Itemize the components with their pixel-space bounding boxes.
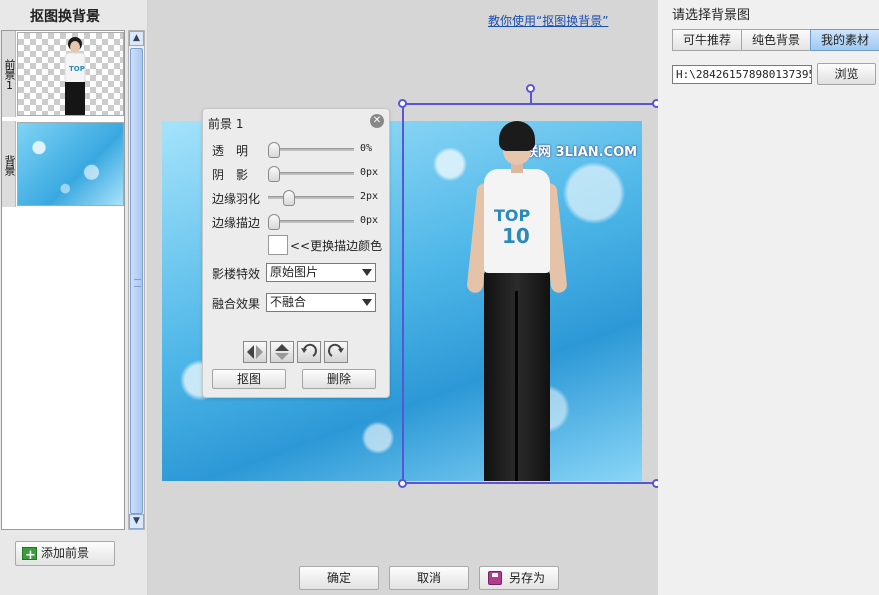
add-foreground-label: 添加前景 [41, 546, 90, 560]
stroke-label: 边缘描边 [212, 216, 261, 230]
shadow-row: 阴 影 0px [212, 164, 387, 182]
delete-button[interactable]: 删除 [302, 369, 376, 389]
grip-icon [134, 279, 141, 287]
save-icon [488, 571, 502, 585]
opacity-value: 0% [360, 143, 373, 154]
stroke-slider[interactable] [268, 214, 354, 230]
flip-horizontal-icon [247, 345, 263, 359]
background-layer-item[interactable]: 背景 [2, 121, 124, 207]
cancel-button[interactable]: 取消 [389, 566, 469, 590]
shadow-label: 阴 影 [212, 168, 249, 182]
stroke-color-row: <<更换描边颜色 [212, 235, 387, 255]
flip-vertical-icon [275, 344, 289, 360]
panel-title: 抠图换背景 [30, 9, 100, 25]
opacity-label: 透 明 [212, 144, 249, 158]
svg-text:10: 10 [502, 224, 530, 248]
tab-solid-color[interactable]: 纯色背景 [741, 29, 811, 51]
background-layer-tab[interactable]: 背景 [2, 121, 16, 207]
foreground-thumbnail[interactable]: TOP [17, 32, 124, 116]
hair [499, 121, 535, 151]
feather-value: 2px [360, 191, 379, 202]
rotate-right-button[interactable] [324, 341, 348, 363]
opacity-slider-knob[interactable] [268, 142, 280, 158]
rotate-right-icon [328, 343, 344, 357]
blend-select-value: 不融合 [270, 295, 307, 309]
browse-button[interactable]: 浏览 [817, 63, 876, 85]
tab-my-materials[interactable]: 我的素材 [810, 29, 879, 51]
save-as-button[interactable]: 另存为 [479, 566, 559, 590]
right-panel: 请选择背景图 可牛推荐 纯色背景 我的素材 H:\284261578980137… [658, 0, 879, 595]
background-thumbnail[interactable] [17, 122, 124, 206]
resize-handle-bottom-left[interactable] [398, 479, 407, 488]
scroll-down-icon[interactable]: ▼ [129, 514, 144, 529]
flip-horizontal-button[interactable] [243, 341, 267, 363]
svg-text:TOP: TOP [69, 65, 85, 73]
effect-label: 影楼特效 [212, 267, 261, 281]
save-as-label: 另存为 [508, 571, 545, 585]
background-tabs: 可牛推荐 纯色背景 我的素材 [672, 29, 879, 51]
foreground-person[interactable]: TOP 10 [462, 121, 572, 481]
feather-row: 边缘羽化 2px [212, 188, 387, 206]
foreground-layer-tab[interactable]: 前景1 [2, 31, 16, 117]
foreground-layer-item[interactable]: 前景1 TOP [2, 31, 124, 117]
effect-select[interactable]: 原始图片 [266, 263, 376, 282]
file-path-input[interactable]: H:\2842615789801373955. [672, 65, 812, 84]
work-area: 教你使用“抠图换背景” 三联网 3LIAN.COM TOP 10 前景 1 ✕ [148, 0, 658, 595]
background-select-title: 请选择背景图 [672, 8, 751, 23]
feather-slider[interactable] [268, 190, 354, 206]
layer-thumbnail-list: 前景1 TOP 背景 [1, 30, 125, 530]
cutout-button[interactable]: 抠图 [212, 369, 286, 389]
stroke-slider-knob[interactable] [268, 214, 280, 230]
effect-row: 影楼特效 原始图片 [212, 263, 387, 282]
blend-label: 融合效果 [212, 297, 261, 311]
shadow-slider[interactable] [268, 166, 354, 182]
left-panel: 抠图换背景 前景1 TOP 背景 ▲ ▼ 添加前景 [0, 0, 148, 595]
dropdown-arrow-icon [362, 269, 372, 276]
shirt-logo: TOP 10 [494, 206, 531, 248]
help-link[interactable]: 教你使用“抠图换背景” [488, 12, 608, 29]
rotate-handle[interactable] [526, 84, 535, 93]
opacity-row: 透 明 0% [212, 140, 387, 158]
feather-slider-knob[interactable] [282, 190, 295, 206]
resize-handle-top-left[interactable] [398, 99, 407, 108]
tab-recommended[interactable]: 可牛推荐 [672, 29, 742, 51]
svg-text:TOP: TOP [494, 206, 531, 225]
ok-button[interactable]: 确定 [299, 566, 379, 590]
layer-list-scrollbar[interactable]: ▲ ▼ [128, 30, 145, 530]
dropdown-arrow-icon [362, 299, 372, 306]
flip-vertical-button[interactable] [270, 341, 294, 363]
blend-row: 融合效果 不融合 [212, 293, 387, 312]
close-icon[interactable]: ✕ [370, 114, 384, 128]
shirt: TOP 10 [484, 169, 550, 273]
scrollbar-thumb[interactable] [130, 48, 143, 514]
properties-panel-title: 前景 1 [208, 117, 244, 131]
stroke-value: 0px [360, 215, 379, 226]
stroke-color-swatch[interactable] [268, 235, 288, 255]
feather-label: 边缘羽化 [212, 192, 261, 206]
scroll-up-icon[interactable]: ▲ [129, 31, 144, 46]
opacity-slider[interactable] [268, 142, 354, 158]
shadow-slider-knob[interactable] [268, 166, 280, 182]
rotate-left-icon [301, 343, 317, 357]
add-foreground-button[interactable]: 添加前景 [15, 541, 115, 567]
foreground-properties-panel: 前景 1 ✕ 透 明 0% 阴 影 0px 边缘羽化 2px 边缘描边 0px … [202, 108, 390, 398]
blend-select[interactable]: 不融合 [266, 293, 376, 312]
stroke-row: 边缘描边 0px [212, 212, 387, 230]
add-image-icon [22, 544, 37, 567]
shadow-value: 0px [360, 167, 379, 178]
change-stroke-color-label[interactable]: <<更换描边颜色 [290, 237, 382, 254]
pants [484, 271, 550, 481]
person-thumbnail-image: TOP [64, 37, 86, 115]
rotate-left-button[interactable] [297, 341, 321, 363]
effect-select-value: 原始图片 [270, 265, 319, 279]
